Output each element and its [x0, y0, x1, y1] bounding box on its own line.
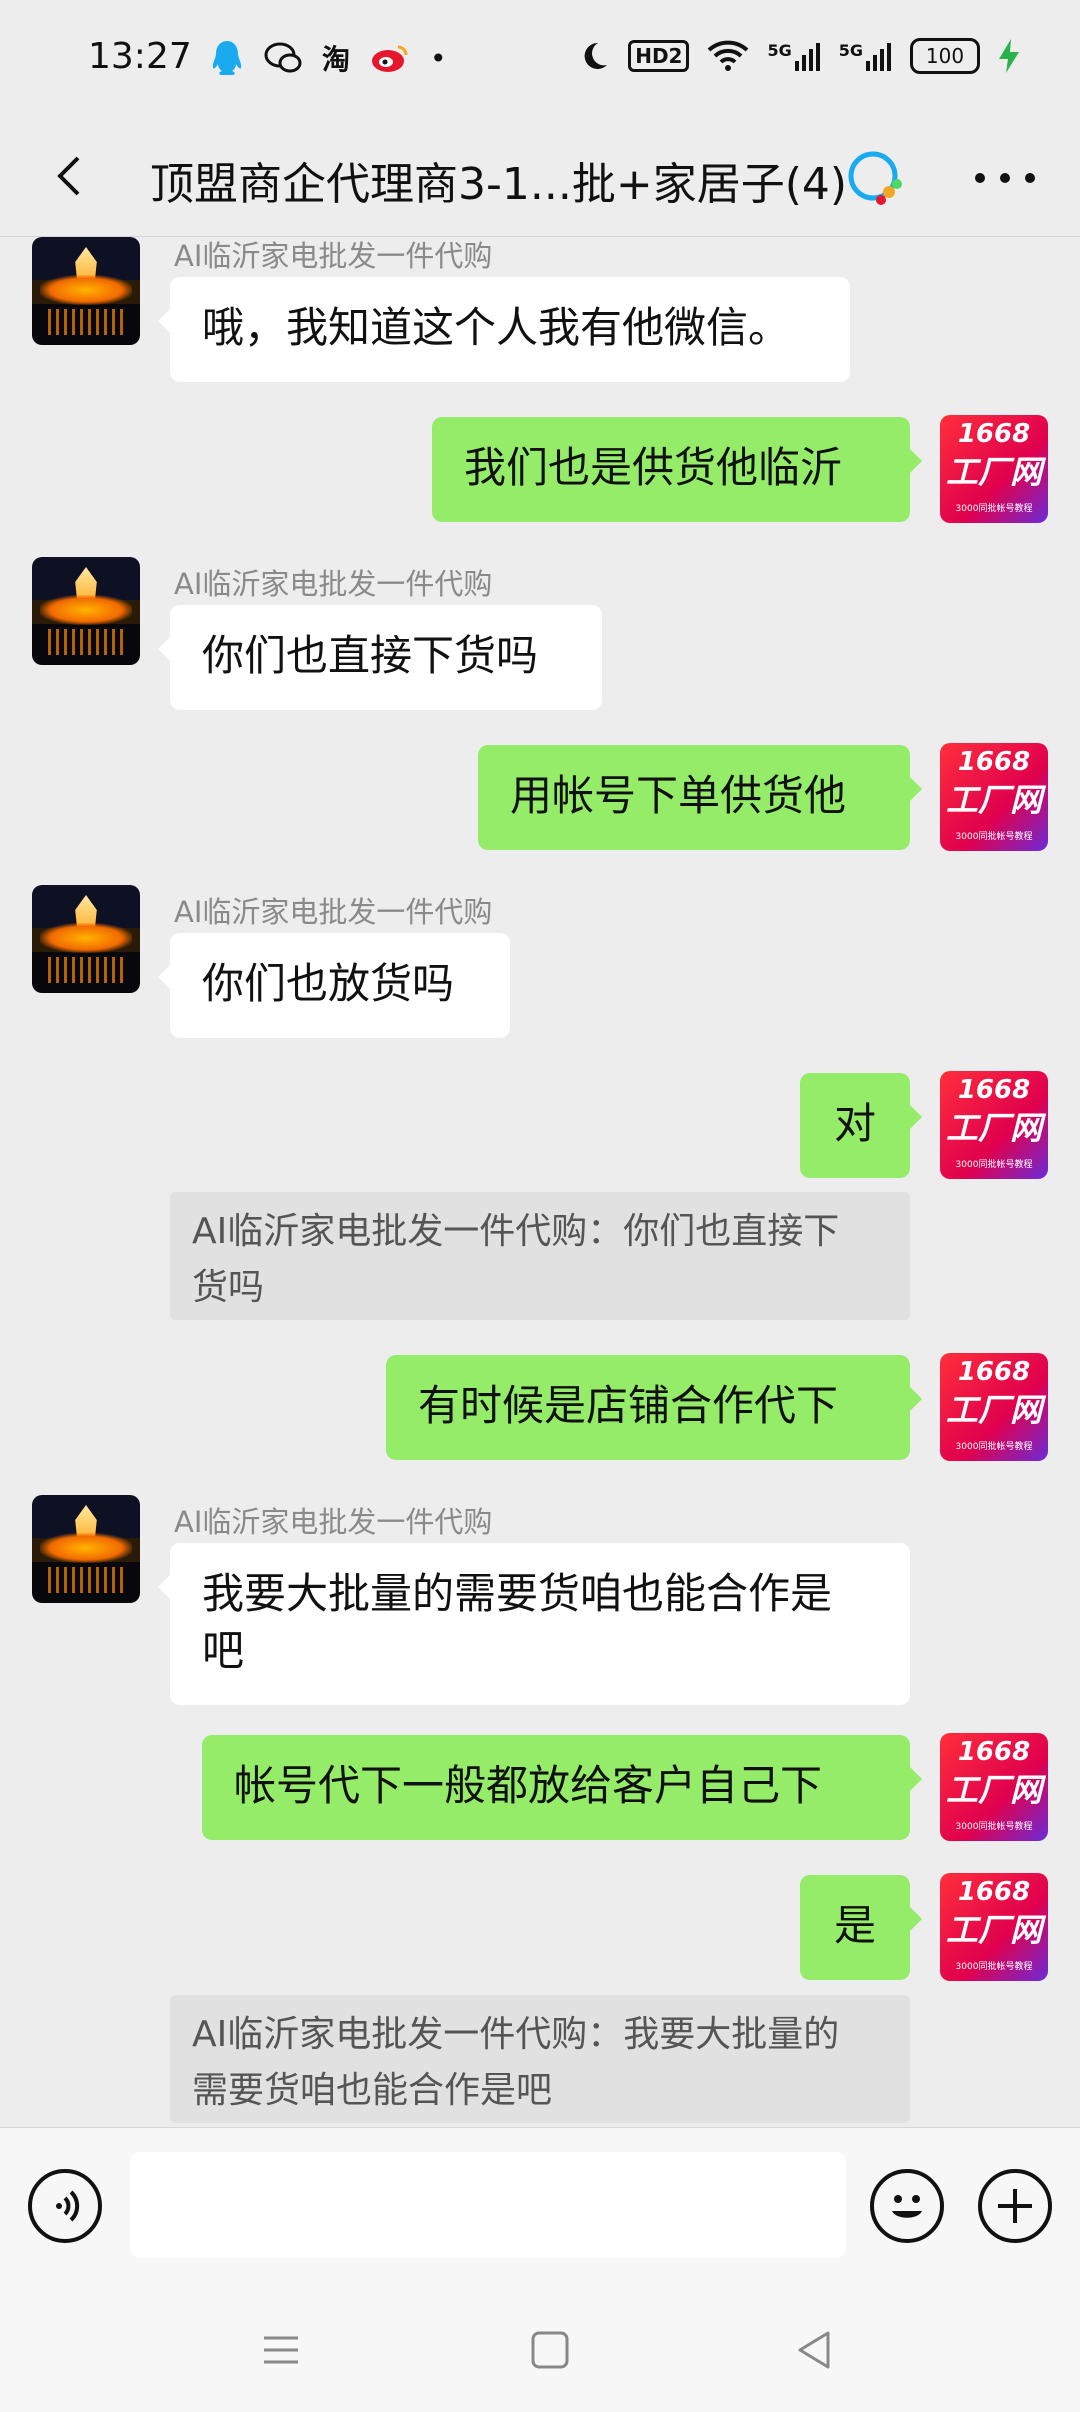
message-bubble-incoming[interactable]: 你们也直接下货吗	[158, 605, 602, 710]
contact-avatar[interactable]	[32, 1495, 140, 1603]
sender-name: AI临沂家电批发一件代购	[174, 895, 493, 929]
more-options-button[interactable]	[975, 148, 1035, 208]
message-bubble-outgoing[interactable]: 用帐号下单供货他	[478, 745, 922, 850]
status-time: 13:27	[88, 36, 192, 77]
message-bubble-outgoing[interactable]: 对	[800, 1073, 922, 1178]
weibo-icon	[372, 45, 408, 72]
home-icon[interactable]	[525, 2325, 575, 2375]
chat-title: 顶盟商企代理商3-1...批+家居子(4)	[150, 159, 848, 210]
sender-name: AI临沂家电批发一件代购	[174, 239, 493, 273]
my-avatar[interactable]: 1668 工厂网 3000同批帐号教程	[940, 743, 1048, 851]
battery-icon: 100	[910, 38, 980, 74]
my-avatar[interactable]: 1668 工厂网 3000同批帐号教程	[940, 1873, 1048, 1981]
quote-line: 货吗	[192, 1267, 265, 1308]
contact-avatar[interactable]	[32, 557, 140, 665]
group-chat-icon[interactable]	[845, 148, 907, 210]
system-icons: HD2 5G 5G 100	[578, 38, 1020, 74]
charging-icon	[999, 39, 1019, 73]
hd-icon: HD2	[628, 40, 690, 72]
quoted-message[interactable]: AI临沂家电批发一件代购：你们也直接下 货吗	[170, 1192, 910, 1320]
message-bubble-outgoing[interactable]: 是	[800, 1875, 922, 1980]
smiley-icon	[892, 2195, 922, 2218]
my-avatar[interactable]: 1668 工厂网 3000同批帐号教程	[940, 1353, 1048, 1461]
signal-5g-icon-2: 5G	[839, 41, 892, 71]
quote-line: 需要货咱也能合作是吧	[192, 2070, 553, 2111]
voice-icon	[56, 2190, 80, 2222]
message-bubble-outgoing[interactable]: 有时候是店铺合作代下	[386, 1355, 922, 1460]
message-line: 我要大批量的需要货咱也能合作是	[202, 1569, 833, 1618]
signal-5g-icon-1: 5G	[767, 41, 820, 71]
contact-avatar[interactable]	[32, 885, 140, 993]
contact-avatar[interactable]	[32, 237, 140, 345]
quote-line: AI临沂家电批发一件代购：你们也直接下	[192, 1211, 840, 1252]
sender-name: AI临沂家电批发一件代购	[174, 1505, 493, 1539]
message-bubble-incoming[interactable]: 你们也放货吗	[158, 933, 510, 1038]
wifi-icon	[708, 40, 749, 71]
message-line: 吧	[202, 1626, 245, 1675]
qq-icon	[212, 41, 242, 75]
status-bar: 13:27 淘 • HD2 5G 5G 100	[0, 0, 1080, 120]
input-bar	[0, 2127, 1080, 2284]
back-triangle-icon[interactable]	[790, 2325, 840, 2375]
message-bubble-incoming[interactable]: 我要大批量的需要货咱也能合作是 吧	[158, 1543, 910, 1705]
moon-icon	[584, 42, 608, 69]
voice-input-button[interactable]	[28, 2169, 102, 2243]
message-bubble-outgoing[interactable]: 帐号代下一般都放给客户自己下	[202, 1735, 922, 1840]
dot-icon: •	[430, 41, 447, 75]
message-bubble-outgoing[interactable]: 我们也是供货他临沂	[432, 417, 922, 522]
chat-header: 顶盟商企代理商3-1...批+家居子(4)	[0, 120, 1080, 238]
emoji-button[interactable]	[870, 2169, 944, 2243]
wechat-icon	[264, 42, 302, 73]
plus-icon	[998, 2189, 1032, 2223]
notification-icons: 淘 •	[210, 38, 447, 78]
system-navigation-bar	[0, 2283, 1080, 2412]
quote-line: AI临沂家电批发一件代购：我要大批量的	[192, 2014, 840, 2055]
back-arrow-icon[interactable]	[40, 146, 100, 206]
quoted-message[interactable]: AI临沂家电批发一件代购：我要大批量的 需要货咱也能合作是吧	[170, 1995, 910, 2123]
message-bubble-incoming[interactable]: 哦，我知道这个人我有他微信。	[158, 277, 850, 382]
more-functions-button[interactable]	[978, 2169, 1052, 2243]
my-avatar[interactable]: 1668 工厂网 3000同批帐号教程	[940, 415, 1048, 523]
message-list[interactable]: AI临沂家电批发一件代购 哦，我知道这个人我有他微信。 我们也是供货他临沂 16…	[0, 237, 1080, 2127]
sender-name: AI临沂家电批发一件代购	[174, 567, 493, 601]
menu-icon[interactable]	[256, 2325, 306, 2375]
my-avatar[interactable]: 1668 工厂网 3000同批帐号教程	[940, 1733, 1048, 1841]
message-input[interactable]	[130, 2152, 846, 2258]
taobao-icon: 淘	[322, 43, 351, 76]
my-avatar[interactable]: 1668 工厂网 3000同批帐号教程	[940, 1071, 1048, 1179]
